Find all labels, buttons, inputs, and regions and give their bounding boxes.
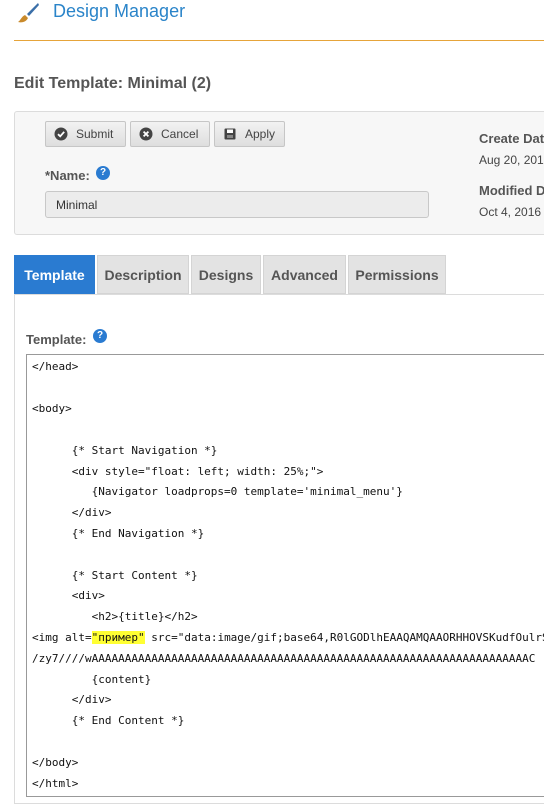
tab-template-label: Template xyxy=(24,266,85,283)
header-divider xyxy=(14,40,544,41)
template-code-editor[interactable]: </head> <body> {* Start Navigation *} <d… xyxy=(26,354,544,797)
code-line: {content} xyxy=(32,673,152,686)
apply-label: Apply xyxy=(245,127,276,141)
code-line: /zy7////wAAAAAAAAAAAAAAAAAAAAAAAAAAAAAAA… xyxy=(32,652,536,665)
modified-date-label: Modified D xyxy=(479,183,544,198)
app-title[interactable]: Design Manager xyxy=(53,0,185,22)
code-line: <div style="float: left; width: 25%;"> xyxy=(32,465,324,478)
code-line: {* End Navigation *} xyxy=(32,527,205,540)
submit-button[interactable]: Submit xyxy=(45,121,126,147)
code-line: {* Start Navigation *} xyxy=(32,444,218,457)
cancel-button[interactable]: Cancel xyxy=(130,121,210,147)
code-line: {* End Content *} xyxy=(32,714,185,727)
cancel-circle-icon xyxy=(139,127,153,141)
create-date-label: Create Dat xyxy=(479,131,544,146)
img-tag-prefix: <img alt= xyxy=(32,631,92,644)
tab-description-label: Description xyxy=(104,266,182,283)
cancel-label: Cancel xyxy=(161,127,199,141)
code-line: </div> xyxy=(32,693,112,706)
code-line: {* Start Content *} xyxy=(32,569,198,582)
submit-label: Submit xyxy=(76,127,114,141)
tab-description[interactable]: Description xyxy=(97,255,189,294)
tab-template[interactable]: Template xyxy=(14,255,95,300)
modified-date-value: Oct 4, 2016 xyxy=(479,205,542,219)
page-title: Edit Template: Minimal (2) xyxy=(14,75,212,92)
code-line: {Navigator loadprops=0 template='minimal… xyxy=(32,485,403,498)
code-line: <h2>{title}</h2> xyxy=(32,610,198,623)
apply-button[interactable]: Apply xyxy=(214,121,285,147)
tab-permissions-label: Permissions xyxy=(355,266,439,283)
code-line: </head> xyxy=(32,360,79,373)
tab-designs[interactable]: Designs xyxy=(191,255,261,294)
name-field-label: *Name: xyxy=(45,168,90,183)
template-help-icon[interactable]: ? xyxy=(93,329,107,343)
template-field-label: Template: xyxy=(26,332,87,347)
code-line: </div> xyxy=(32,506,112,519)
create-date-value: Aug 20, 201 xyxy=(479,153,544,167)
app-header: Design Manager xyxy=(0,0,544,42)
code-line: </html> xyxy=(32,777,79,790)
name-field[interactable] xyxy=(45,191,429,218)
code-line: <body> xyxy=(32,402,72,415)
tab-designs-label: Designs xyxy=(198,266,254,283)
tab-permissions[interactable]: Permissions xyxy=(348,255,446,294)
highlighted-alt-text: "пример" xyxy=(91,631,145,644)
checkmark-circle-icon xyxy=(54,127,68,141)
code-line-img: <img alt="пример" src="data:image/gif;ba… xyxy=(32,631,544,645)
paintbrush-icon xyxy=(18,3,39,23)
tab-advanced[interactable]: Advanced xyxy=(263,255,346,294)
code-line: </body> xyxy=(32,756,79,769)
code-line: <div> xyxy=(32,589,105,602)
tab-advanced-label: Advanced xyxy=(271,266,338,283)
name-help-icon[interactable]: ? xyxy=(96,166,110,180)
floppy-disk-icon xyxy=(223,127,237,141)
img-tag-src: src="data:image/gif;base64,R0lGODlhEAAQA… xyxy=(151,631,544,644)
